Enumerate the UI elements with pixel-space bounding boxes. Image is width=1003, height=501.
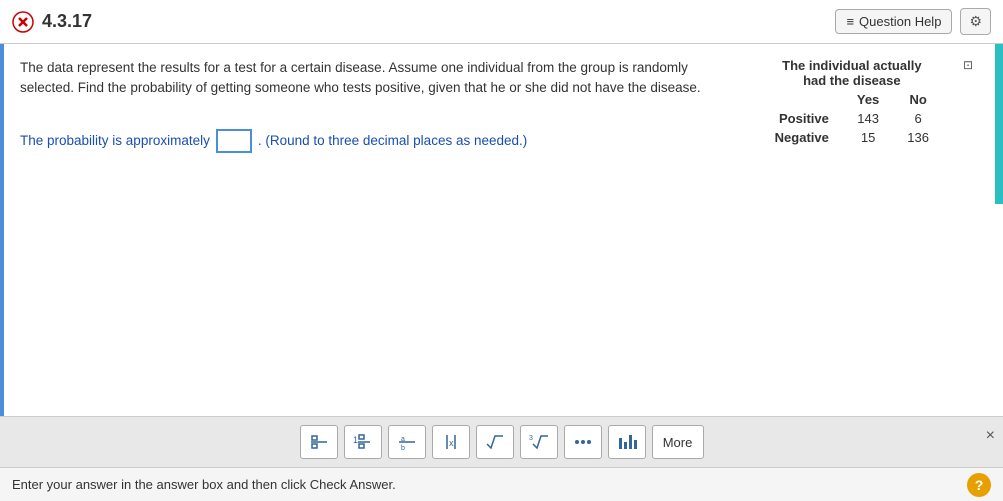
list-icon: ≡ bbox=[846, 14, 854, 29]
main-content: The data represent the results for a tes… bbox=[0, 44, 1003, 424]
gear-button[interactable]: ⚙ bbox=[960, 8, 991, 35]
status-bar: Enter your answer in the answer box and … bbox=[0, 467, 1003, 501]
table-container: The individual actually had the disease … bbox=[761, 58, 943, 147]
answer-prefix: The probability is approximately bbox=[20, 133, 210, 148]
table-cell-no: 6 bbox=[893, 109, 943, 128]
svg-text:b: b bbox=[401, 445, 405, 452]
question-text: The data represent the results for a tes… bbox=[20, 58, 740, 99]
table-subtitle: had the disease bbox=[803, 73, 901, 88]
table-row: Positive1436 bbox=[761, 109, 943, 128]
round-note: . (Round to three decimal places as need… bbox=[258, 133, 527, 148]
table-header-yes: Yes bbox=[843, 90, 893, 109]
svg-text:3: 3 bbox=[529, 435, 533, 442]
table-cell-yes: 15 bbox=[843, 128, 893, 147]
table-title: The individual actually had the disease bbox=[761, 58, 943, 88]
close-toolbar-button[interactable]: × bbox=[986, 427, 995, 445]
fraction-button[interactable] bbox=[300, 425, 338, 459]
bar-chart-button[interactable] bbox=[608, 425, 646, 459]
abs-value-button[interactable]: x bbox=[432, 425, 470, 459]
more-label: More bbox=[663, 435, 693, 450]
mixed-fraction-button[interactable]: 1 bbox=[344, 425, 382, 459]
table-title-line1: The individual actually bbox=[782, 58, 921, 73]
dots-button[interactable] bbox=[564, 425, 602, 459]
table-header-empty bbox=[761, 90, 843, 109]
sqrt-button[interactable] bbox=[476, 425, 514, 459]
help-label: ? bbox=[975, 477, 984, 493]
expand-icon[interactable]: ⊡ bbox=[963, 58, 973, 72]
status-text: Enter your answer in the answer box and … bbox=[12, 477, 396, 492]
close-icon[interactable] bbox=[12, 11, 34, 33]
cbrt-button[interactable]: 3 bbox=[520, 425, 558, 459]
svg-text:1: 1 bbox=[353, 435, 358, 445]
more-button[interactable]: More bbox=[652, 425, 704, 459]
question-help-button[interactable]: ≡ Question Help bbox=[835, 9, 952, 34]
disease-table: Yes No Positive1436Negative15136 bbox=[761, 90, 943, 147]
table-cell-label: Negative bbox=[761, 128, 843, 147]
table-header-no: No bbox=[893, 90, 943, 109]
help-icon-button[interactable]: ? bbox=[967, 473, 991, 497]
table-row: Negative15136 bbox=[761, 128, 943, 147]
header: 4.3.17 ≡ Question Help ⚙ bbox=[0, 0, 1003, 44]
problem-id: 4.3.17 bbox=[42, 11, 92, 32]
question-help-label: Question Help bbox=[859, 14, 941, 29]
header-left: 4.3.17 bbox=[12, 11, 92, 33]
table-cell-label: Positive bbox=[761, 109, 843, 128]
gear-icon: ⚙ bbox=[969, 13, 982, 29]
table-cell-yes: 143 bbox=[843, 109, 893, 128]
table-cell-no: 136 bbox=[893, 128, 943, 147]
small-fraction-button[interactable]: a b bbox=[388, 425, 426, 459]
answer-input[interactable] bbox=[216, 129, 252, 153]
svg-text:x: x bbox=[449, 438, 454, 448]
header-right: ≡ Question Help ⚙ bbox=[835, 8, 991, 35]
teal-bar bbox=[995, 44, 1003, 204]
bottom-toolbar: × 1 a b x bbox=[0, 416, 1003, 467]
